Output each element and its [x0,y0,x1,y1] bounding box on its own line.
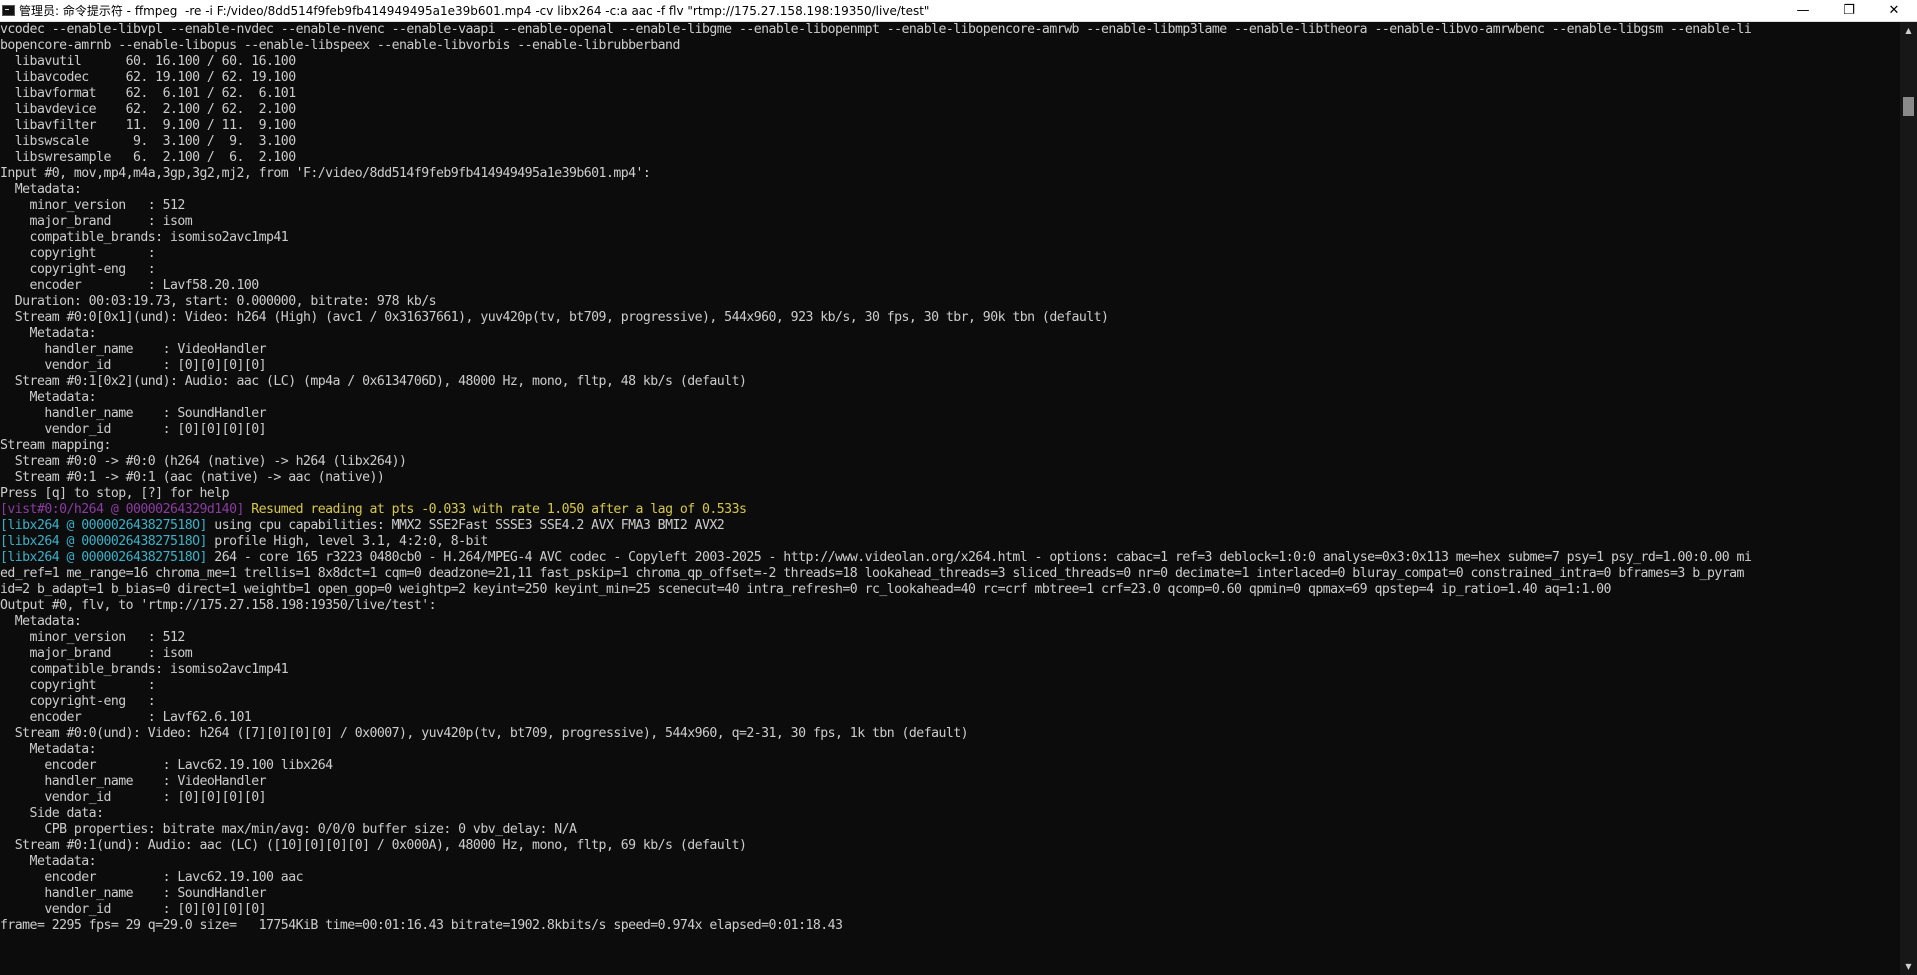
console-line: handler_name : SoundHandler [0,406,267,421]
console-line: vendor_id : [0][0][0][0] [0,902,267,917]
console-line-libx264: [libx264 @ 000002643827518O] using cpu c… [0,518,1900,534]
scroll-down-icon[interactable]: ▼ [1900,958,1917,975]
console-line: encoder : Lavf58.20.100 [0,278,260,293]
console-line: Metadata: [0,854,97,869]
console-line: minor_version : 512 [0,630,186,645]
console-line: bopencore-amrnb --enable-libopus --enabl… [0,38,680,53]
console-line: vendor_id : [0][0][0][0] [0,790,267,805]
console-line: Input #0, mov,mp4,m4a,3gp,3g2,mj2, from … [0,166,651,181]
console-line: Stream #0:0(und): Video: h264 ([7][0][0]… [0,726,969,741]
console-output[interactable]: vcodec --enable-libvpl --enable-nvdec --… [0,22,1900,975]
console-line: libswresample 6. 2.100 / 6. 2.100 [0,150,296,165]
scroll-up-icon[interactable]: ▲ [1900,22,1917,39]
log-context-prefix: [libx264 @ 000002643827518O] [0,550,207,565]
console-line: libavdevice 62. 2.100 / 62. 2.100 [0,102,296,117]
window-title: 管理员: 命令提示符 - ffmpeg -re -i F:/video/8dd5… [19,4,930,18]
console-line: Metadata: [0,614,82,629]
console-line: Stream #0:0 -> #0:0 (h264 (native) -> h2… [0,454,407,469]
console-line: minor_version : 512 [0,198,186,213]
console-line: CPB properties: bitrate max/min/avg: 0/0… [0,822,577,837]
minimize-button[interactable]: — [1780,0,1826,21]
console-line: encoder : Lavc62.19.100 aac [0,870,303,885]
console-line-libx264: [libx264 @ 000002643827518O] 264 - core … [0,550,1900,566]
console-line: libswscale 9. 3.100 / 9. 3.100 [0,134,296,149]
console-line: handler_name : SoundHandler [0,886,267,901]
progress-status-line [0,950,1900,966]
console-line: libavutil 60. 16.100 / 60. 16.100 [0,54,296,69]
console-line: Duration: 00:03:19.73, start: 0.000000, … [0,294,437,309]
console-line: copyright-eng : [0,262,156,277]
maximize-button[interactable]: ❐ [1826,0,1872,21]
console-line: id=2 b_adapt=1 b_bias=0 direct=1 weightb… [0,582,1611,597]
console-line: vendor_id : [0][0][0][0] [0,358,267,373]
console-line: libavcodec 62. 19.100 / 62. 19.100 [0,70,296,85]
close-button[interactable]: ✕ [1871,0,1917,21]
console-line: copyright-eng : [0,694,156,709]
console-line: libavfilter 11. 9.100 / 11. 9.100 [0,118,296,133]
console-line: Side data: [0,806,104,821]
title-bar[interactable]: 管理员: 命令提示符 - ffmpeg -re -i F:/video/8dd5… [0,0,1917,22]
console-line: Metadata: [0,182,82,197]
log-context-prefix: [libx264 @ 000002643827518O] [0,518,207,533]
console-line: vendor_id : [0][0][0][0] [0,422,267,437]
console-line: Output #0, flv, to 'rtmp://175.27.158.19… [0,598,437,613]
console-line: Metadata: [0,742,97,757]
log-text: profile High, level 3.1, 4:2:0, 8-bit [206,534,488,549]
cmd-window: 管理员: 命令提示符 - ffmpeg -re -i F:/video/8dd5… [0,0,1917,975]
console-line: encoder : Lavc62.19.100 libx264 [0,758,333,773]
console-line: compatible_brands: isomiso2avc1mp41 [0,230,289,245]
console-line: libavformat 62. 6.101 / 62. 6.101 [0,86,296,101]
console-line: copyright : [0,246,156,261]
vertical-scrollbar[interactable]: ▲ ▼ [1900,22,1917,975]
console-line: compatible_brands: isomiso2avc1mp41 [0,662,289,677]
console-line-vist: [vist#0:0/h264 @ 00000264329d140] Resume… [0,502,1900,518]
console-line: handler_name : VideoHandler [0,774,267,789]
console-line: Stream #0:1 -> #0:1 (aac (native) -> aac… [0,470,385,485]
console-line: Stream #0:0[0x1](und): Video: h264 (High… [0,310,1109,325]
console-line: Stream mapping: [0,438,111,453]
log-text: 264 - core 165 r3223 0480cb0 - H.264/MPE… [206,550,1752,565]
console-line: handler_name : VideoHandler [0,342,267,357]
console-line: copyright : [0,678,156,693]
console-line: Stream #0:1(und): Audio: aac (LC) ([10][… [0,838,747,853]
console-line: major_brand : isom [0,214,193,229]
console-line: ed_ref=1 me_range=16 chroma_me=1 trellis… [0,566,1744,581]
console-line: Metadata: [0,326,97,341]
console-line: major_brand : isom [0,646,193,661]
log-context-prefix: [vist#0:0/h264 @ 00000264329d140] [0,502,244,517]
log-warning-text: Resumed reading at pts -0.033 with rate … [243,502,747,517]
log-text: using cpu capabilities: MMX2 SSE2Fast SS… [206,518,725,533]
console-line: Press [q] to stop, [?] for help [0,486,230,501]
console-line: encoder : Lavf62.6.101 [0,710,252,725]
terminal-icon [2,5,15,16]
console-line: frame= 2295 fps= 29 q=29.0 size= 17754Ki… [0,918,843,933]
log-context-prefix: [libx264 @ 000002643827518O] [0,534,207,549]
console-line: Stream #0:1[0x2](und): Audio: aac (LC) (… [0,374,747,389]
console-line-libx264: [libx264 @ 000002643827518O] profile Hig… [0,534,1900,550]
console-line: vcodec --enable-libvpl --enable-nvdec --… [0,22,1752,37]
scrollbar-thumb[interactable] [1903,97,1914,116]
console-line: Metadata: [0,390,97,405]
